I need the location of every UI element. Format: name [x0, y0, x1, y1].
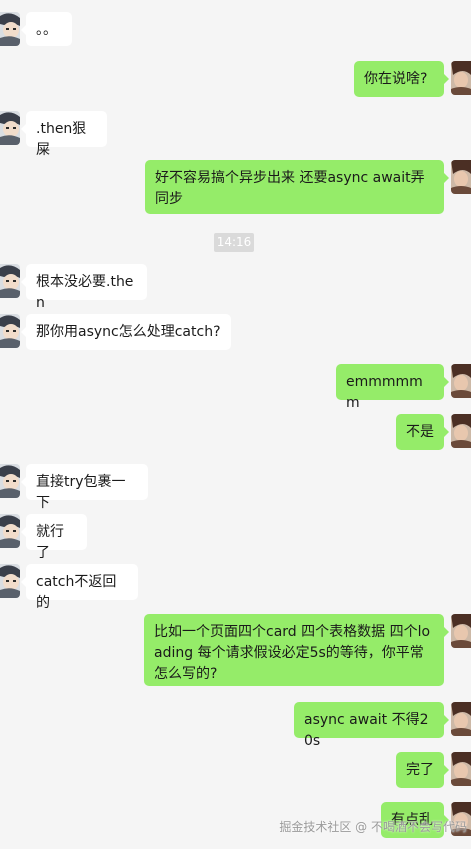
outgoing-message[interactable]: 比如一个页面四个card 四个表格数据 四个loading 每个请求假设必定5s… — [144, 614, 449, 686]
contact-avatar[interactable] — [0, 564, 20, 598]
incoming-message[interactable]: 。。 — [21, 12, 72, 46]
self-avatar[interactable] — [451, 414, 471, 448]
outgoing-message[interactable]: 好不容易搞个异步出来 还要async await弄同步 — [145, 160, 449, 214]
contact-avatar[interactable] — [0, 464, 20, 498]
contact-avatar[interactable] — [0, 514, 20, 548]
self-avatar[interactable] — [451, 614, 471, 648]
incoming-message[interactable]: .then狠屎 — [21, 111, 107, 158]
self-avatar[interactable] — [451, 160, 471, 194]
contact-avatar[interactable] — [0, 264, 20, 298]
incoming-message[interactable]: 直接try包裹一下 — [21, 464, 148, 511]
outgoing-message[interactable]: 完了 — [396, 752, 449, 788]
incoming-message[interactable]: 那你用async怎么处理catch? — [21, 314, 231, 350]
incoming-message[interactable]: catch不返回的 — [21, 564, 138, 611]
outgoing-message[interactable]: emmmmmm — [336, 364, 449, 411]
incoming-message[interactable]: 根本没必要.then — [21, 264, 147, 311]
watermark: 掘金技术社区 @ 不喝酒不会写代码 — [279, 820, 467, 834]
timestamp: 14:16 — [214, 233, 254, 252]
contact-avatar[interactable] — [0, 111, 20, 145]
contact-avatar[interactable] — [0, 12, 20, 46]
outgoing-message[interactable]: async await 不得20s — [294, 702, 449, 749]
self-avatar[interactable] — [451, 702, 471, 736]
incoming-message[interactable]: 就行了 — [21, 514, 87, 561]
contact-avatar[interactable] — [0, 314, 20, 348]
self-avatar[interactable] — [451, 752, 471, 786]
self-avatar[interactable] — [451, 61, 471, 95]
outgoing-message[interactable]: 不是 — [396, 414, 449, 450]
self-avatar[interactable] — [451, 364, 471, 398]
outgoing-message[interactable]: 你在说啥? — [354, 61, 449, 97]
